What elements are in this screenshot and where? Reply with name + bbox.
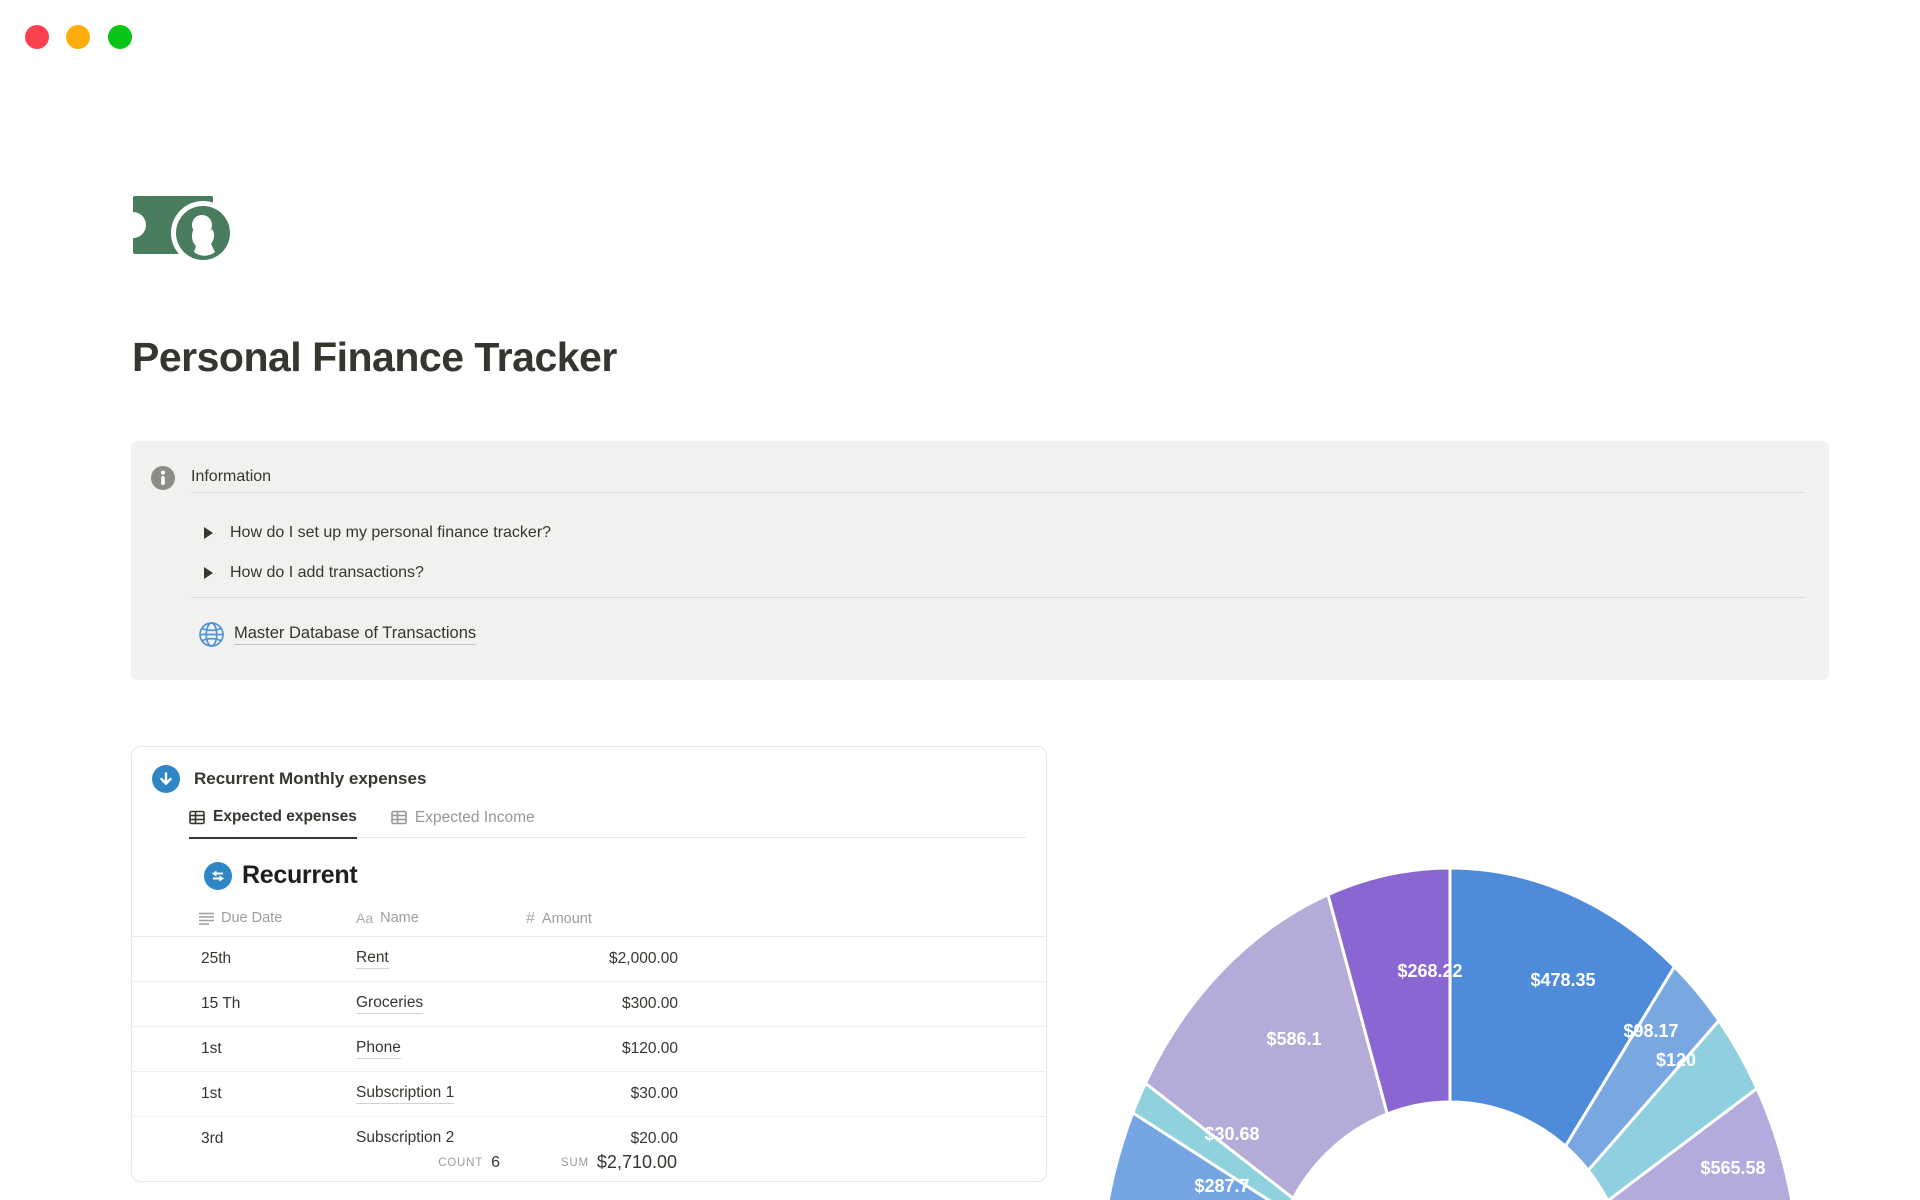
name-cell[interactable]: Groceries xyxy=(356,982,521,1026)
toggle-label[interactable]: How do I add transactions? xyxy=(230,564,424,582)
column-label[interactable]: Amount xyxy=(542,911,592,927)
tab-expected-expenses[interactable]: Expected expenses xyxy=(189,807,357,839)
divider xyxy=(191,492,1805,493)
master-database-link[interactable]: Master Database of Transactions xyxy=(198,621,477,648)
donut-chart: $287.7 $30.68 $586.1 $268.22 $478.35 $98.17 $1… xyxy=(1106,866,1794,1200)
slice-label: $30.68 xyxy=(1204,1124,1259,1144)
callout-title: Information xyxy=(191,468,272,485)
text-lines-icon xyxy=(199,912,214,925)
table-footer: COUNT 6 SUM $2,710.00 xyxy=(133,1145,1045,1180)
toggle-label[interactable]: How do I set up my personal finance trac… xyxy=(230,524,551,542)
notion-window: Personal Finance Tracker Information How… xyxy=(0,0,1920,1200)
slice-label: $287.7 xyxy=(1194,1176,1249,1196)
expenses-donut-chart: $287.7 $30.68 $586.1 $268.22 $478.35 $98.17 $1… xyxy=(1020,850,1920,1200)
column-header-due-date[interactable]: Due Date xyxy=(199,910,282,926)
count-aggregate[interactable]: COUNT 6 xyxy=(438,1145,500,1180)
table-body: 25th Rent $2,000.00 15 Th Groceries $300.00 1s… xyxy=(132,937,1046,1162)
slice-label: $478.35 xyxy=(1530,970,1595,990)
amount-cell[interactable]: $30.00 xyxy=(526,1072,678,1116)
table-row[interactable]: 1st Subscription 1 $30.00 xyxy=(132,1072,1046,1117)
slice-label: $565.58 xyxy=(1700,1158,1765,1178)
toggle-add-transactions-question[interactable]: How do I add transactions? xyxy=(204,561,424,585)
recurrent-section-header: Recurrent xyxy=(204,861,358,890)
amount-cell[interactable]: $2,000.00 xyxy=(526,937,678,981)
name-cell[interactable]: Subscription 1 xyxy=(356,1072,521,1116)
amount-cell[interactable]: $120.00 xyxy=(526,1027,678,1071)
toggle-triangle-icon[interactable] xyxy=(204,527,213,539)
slice-label: $586.1 xyxy=(1266,1029,1321,1049)
name-cell[interactable]: Rent xyxy=(356,937,521,981)
due-date-cell[interactable]: 25th xyxy=(201,937,351,981)
sum-label: SUM xyxy=(560,1156,589,1169)
count-label: COUNT xyxy=(438,1156,484,1169)
count-value: 6 xyxy=(491,1153,500,1171)
down-arrow-circle-icon xyxy=(152,765,180,793)
zoom-window-button[interactable] xyxy=(108,25,132,49)
page-title: Personal Finance Tracker xyxy=(132,334,617,380)
table-header-row: Due Date Aa Name # Amount xyxy=(132,906,1046,936)
number-property-icon: # xyxy=(526,910,535,927)
table-row[interactable]: 25th Rent $2,000.00 xyxy=(132,937,1046,982)
card-title: Recurrent Monthly expenses xyxy=(194,769,427,788)
database-view-tabs: Expected expenses Expected Income xyxy=(189,807,1026,839)
master-database-link-label[interactable]: Master Database of Transactions xyxy=(234,624,477,645)
information-callout: Information How do I set up my personal … xyxy=(131,441,1829,680)
column-header-name[interactable]: Aa Name xyxy=(356,910,419,926)
globe-icon xyxy=(198,621,225,648)
swap-arrows-circle-icon xyxy=(204,861,232,890)
recurrent-expenses-card: Recurrent Monthly expenses Expected expe… xyxy=(131,746,1047,1182)
column-label[interactable]: Due Date xyxy=(221,910,282,926)
card-header: Recurrent Monthly expenses xyxy=(152,765,426,793)
toggle-setup-question[interactable]: How do I set up my personal finance trac… xyxy=(204,521,551,545)
slice-label: $268.22 xyxy=(1397,961,1462,981)
slice-label: $120 xyxy=(1656,1050,1696,1070)
close-window-button[interactable] xyxy=(25,25,49,49)
tab-expected-income[interactable]: Expected Income xyxy=(391,807,535,837)
title-property-icon: Aa xyxy=(356,910,374,926)
info-icon xyxy=(151,466,175,490)
column-label[interactable]: Name xyxy=(380,910,419,926)
money-icon[interactable] xyxy=(120,188,240,265)
sum-aggregate[interactable]: SUM $2,710.00 xyxy=(561,1145,677,1180)
table-row[interactable]: 15 Th Groceries $300.00 xyxy=(132,982,1046,1027)
tab-label[interactable]: Expected expenses xyxy=(213,808,357,826)
amount-cell[interactable]: $300.00 xyxy=(526,982,678,1026)
due-date-cell[interactable]: 15 Th xyxy=(201,982,351,1026)
column-header-amount[interactable]: # Amount xyxy=(526,910,592,928)
sum-value: $2,710.00 xyxy=(596,1152,677,1172)
name-cell[interactable]: Phone xyxy=(356,1027,521,1071)
table-row[interactable]: 1st Phone $120.00 xyxy=(132,1027,1046,1072)
tab-label[interactable]: Expected Income xyxy=(415,809,535,827)
due-date-cell[interactable]: 1st xyxy=(201,1027,351,1071)
due-date-cell[interactable]: 1st xyxy=(201,1072,351,1116)
toggle-triangle-icon[interactable] xyxy=(204,567,213,579)
divider xyxy=(191,597,1805,598)
slice-label: $98.17 xyxy=(1623,1021,1678,1041)
minimize-window-button[interactable] xyxy=(66,25,90,49)
section-title: Recurrent xyxy=(242,861,358,889)
